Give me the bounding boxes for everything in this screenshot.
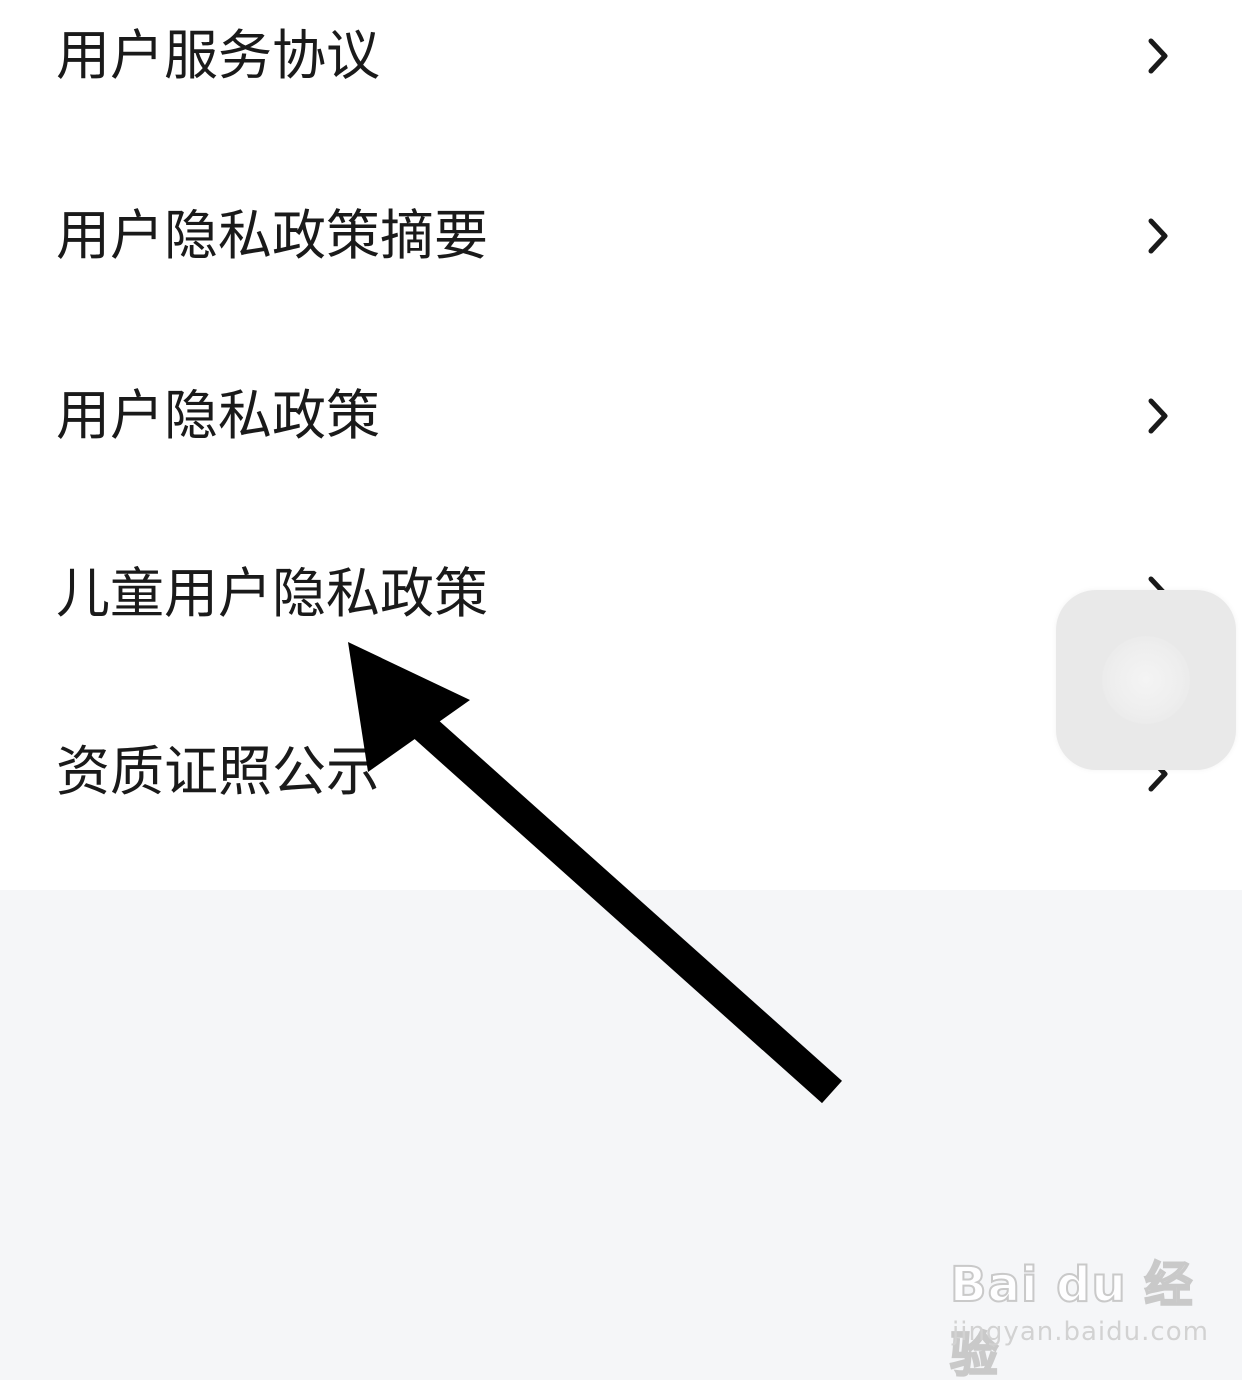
menu-item-privacy-policy[interactable]: 用户隐私政策	[0, 360, 1242, 540]
menu-item-label: 用户隐私政策摘要	[56, 204, 488, 267]
settings-menu-list: 用户服务协议 用户隐私政策摘要 用户隐私政策 儿童用户隐私政策 资质证照公示	[0, 0, 1242, 890]
chevron-right-icon	[1148, 38, 1168, 74]
menu-item-label: 用户服务协议	[56, 24, 380, 87]
chevron-right-icon	[1148, 398, 1168, 434]
menu-item-label: 儿童用户隐私政策	[56, 562, 488, 625]
menu-item-label: 资质证照公示	[56, 740, 380, 803]
menu-item-label: 用户隐私政策	[56, 384, 380, 447]
watermark-brand: Bai du 经验	[949, 1256, 1194, 1384]
watermark-url: jingyan.baidu.com	[952, 1317, 1209, 1347]
assistive-touch-inner	[1102, 636, 1190, 724]
menu-item-privacy-policy-summary[interactable]: 用户隐私政策摘要	[0, 180, 1242, 360]
menu-item-user-service-agreement[interactable]: 用户服务协议	[0, 0, 1242, 180]
chevron-right-icon	[1148, 218, 1168, 254]
menu-item-qualification-license[interactable]: 资质证照公示	[0, 720, 1242, 900]
watermark: Bai du 经验 jingyan.baidu.com	[949, 1245, 1210, 1384]
assistive-touch-icon[interactable]	[1056, 590, 1236, 770]
